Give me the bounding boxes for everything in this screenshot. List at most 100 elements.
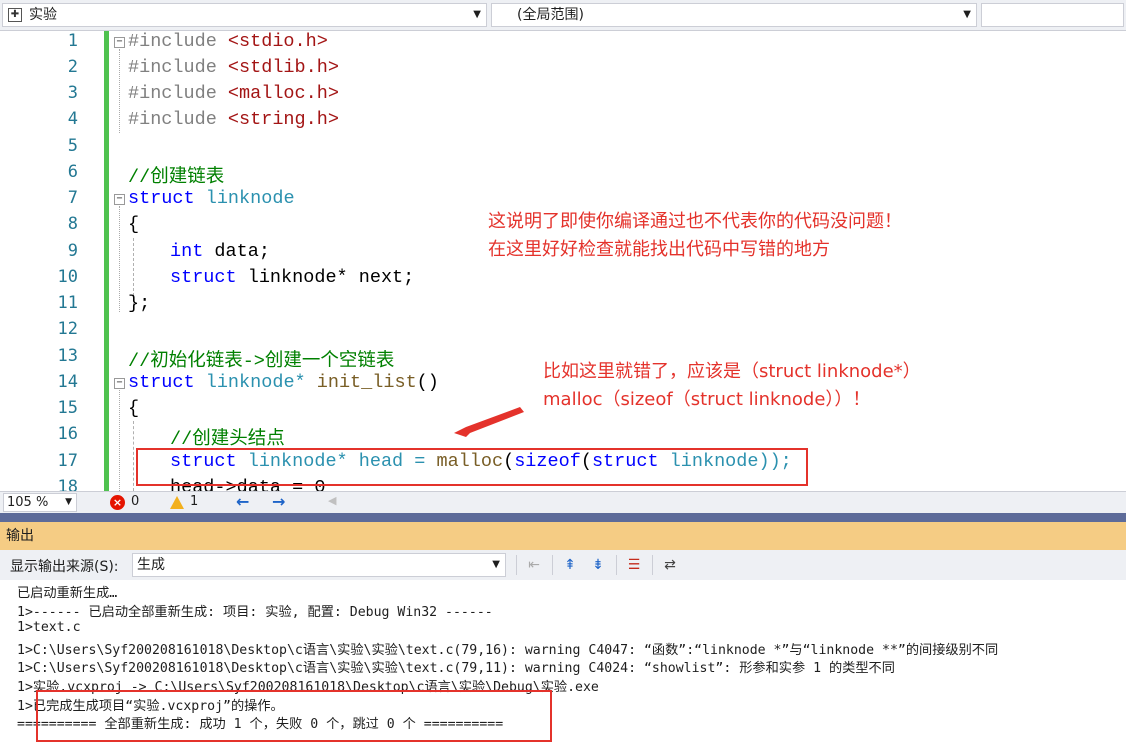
code-token: ()	[416, 372, 439, 393]
line-number: 12	[57, 319, 78, 339]
annotation-text: 在这里好好检查就能找出代码中写错的地方	[488, 239, 830, 260]
line-number: 10	[57, 267, 78, 287]
output-text-area[interactable]: 已启动重新生成… 1>------ 已启动全部重新生成: 项目: 实验, 配置:…	[0, 580, 1126, 750]
output-line: 1>C:\Users\Syf200208161018\Desktop\c语言\实…	[17, 661, 895, 676]
code-function: init_list	[316, 372, 417, 393]
code-line-13: //初始化链表->创建一个空链表	[128, 346, 394, 372]
find-message-icon[interactable]: ⇤	[524, 555, 544, 575]
annotation-note-2: 比如这里就错了，应该是（struct linknode*） malloc（siz…	[543, 358, 921, 414]
output-line: 1>text.c	[17, 620, 81, 635]
line-number: 14	[57, 372, 78, 392]
arrow-left-icon[interactable]: ←	[236, 492, 249, 511]
output-source-dropdown[interactable]: 生成 ▼	[132, 553, 506, 577]
code-token: {	[128, 398, 140, 419]
code-keyword: struct	[170, 267, 237, 288]
code-type: linknode*	[194, 372, 317, 393]
warning-icon[interactable]	[170, 496, 184, 509]
change-indicator-bar	[104, 31, 109, 491]
annotation-text: 比如这里就错了，应该是（struct linknode*）	[543, 361, 921, 382]
highlight-box-code	[136, 448, 808, 486]
zoom-dropdown[interactable]: 105 % ▼	[3, 493, 77, 512]
code-token: linknode* next;	[236, 267, 415, 288]
code-token: <malloc.h>	[227, 83, 339, 104]
annotation-note-1: 这说明了即使你编译通过也不代表你的代码没问题！ 在这里好好检查就能找出代码中写错…	[488, 208, 902, 264]
editor-status-bar: 105 % ▼ × 0 1 ← → ◀	[0, 491, 1126, 513]
line-number: 13	[57, 346, 78, 366]
code-token: <stdlib.h>	[227, 57, 339, 78]
code-line-7: struct linknode	[128, 188, 295, 209]
annotation-text: 这说明了即使你编译通过也不代表你的代码没问题！	[488, 211, 902, 232]
code-comment: //初始化链表->创建一个空链表	[128, 351, 395, 372]
line-number: 9	[67, 241, 78, 261]
code-token: #include	[128, 109, 228, 130]
annotation-arrow	[454, 407, 524, 437]
output-source-label: 显示输出来源(S):	[10, 559, 119, 575]
code-line-9: int data;	[170, 241, 270, 262]
collapse-toggle-icon[interactable]: −	[114, 194, 125, 205]
chevron-down-icon: ▼	[65, 497, 72, 507]
code-comment: //创建头结点	[170, 429, 285, 450]
word-wrap-icon[interactable]: ⇄	[660, 555, 680, 575]
toolbar-separator	[652, 555, 653, 575]
code-line-11: };	[128, 293, 150, 314]
project-name: 实验	[29, 7, 57, 23]
line-number: 6	[67, 162, 78, 182]
project-dropdown[interactable]: ✚ 实验 ▼	[2, 3, 487, 27]
line-number: 2	[67, 57, 78, 77]
code-token: #include	[128, 57, 228, 78]
next-message-icon[interactable]: ⇟	[588, 555, 608, 575]
toolbar-separator	[552, 555, 553, 575]
zoom-level: 105 %	[7, 495, 49, 510]
line-number: 16	[57, 424, 78, 444]
code-token: };	[128, 293, 151, 314]
chevron-down-icon: ▼	[492, 559, 500, 570]
code-keyword: int	[170, 241, 204, 262]
code-line-1: #include <stdio.h>	[128, 31, 328, 52]
previous-message-icon[interactable]: ⇞	[560, 555, 580, 575]
arrow-right-icon[interactable]: →	[272, 492, 285, 511]
code-editor[interactable]: 1 2 3 4 5 6 7 8 9 10 11 12 13 14 15 16 1…	[0, 31, 1126, 491]
line-number: 1	[67, 31, 78, 51]
outline-guide	[119, 206, 120, 312]
output-toolbar: 显示输出来源(S): 生成 ▼ ⇤ ⇞ ⇟ ☰ ⇄	[0, 550, 1126, 580]
code-token: {	[128, 214, 140, 235]
line-number: 18	[57, 477, 78, 491]
line-number: 17	[57, 451, 78, 471]
code-token: #include	[128, 83, 228, 104]
code-token: <string.h>	[227, 109, 339, 130]
code-type: linknode	[194, 188, 295, 209]
chevron-down-icon: ▼	[963, 9, 971, 20]
collapse-toggle-icon[interactable]: −	[114, 37, 125, 48]
line-number: 4	[67, 109, 78, 129]
code-token: <stdio.h>	[227, 31, 328, 52]
panel-splitter[interactable]	[0, 513, 1126, 522]
annotation-text: malloc（sizeof（struct linknode））！	[543, 389, 871, 410]
code-line-6: //创建链表	[128, 162, 224, 188]
outline-guide	[119, 390, 120, 491]
code-token: #include	[128, 31, 228, 52]
code-line-2: #include <stdlib.h>	[128, 57, 339, 78]
scroll-left-icon[interactable]: ◀	[328, 494, 336, 507]
code-line-15: {	[128, 398, 139, 419]
error-count: 0	[131, 494, 140, 509]
scope-name: (全局范围)	[517, 7, 584, 23]
member-dropdown[interactable]	[981, 3, 1124, 27]
code-line-8: {	[128, 214, 139, 235]
line-number: 7	[67, 188, 78, 208]
line-number: 5	[67, 136, 78, 156]
scope-dropdown[interactable]: (全局范围) ▼	[491, 3, 977, 27]
error-icon[interactable]: ×	[110, 495, 125, 510]
collapse-toggle-icon[interactable]: −	[114, 378, 125, 389]
code-keyword: struct	[128, 372, 195, 393]
indent-guide	[133, 421, 134, 491]
outline-guide	[119, 49, 120, 133]
code-line-14: struct linknode* init_list()	[128, 372, 439, 393]
toolbar-separator	[616, 555, 617, 575]
clear-all-icon[interactable]: ☰	[624, 555, 644, 575]
code-comment: //创建链表	[128, 167, 225, 188]
code-line-4: #include <string.h>	[128, 109, 339, 130]
warning-count: 1	[190, 494, 199, 509]
output-line: 1>C:\Users\Syf200208161018\Desktop\c语言\实…	[17, 643, 999, 658]
code-line-16: //创建头结点	[170, 424, 285, 450]
project-icon: ✚	[8, 8, 22, 22]
